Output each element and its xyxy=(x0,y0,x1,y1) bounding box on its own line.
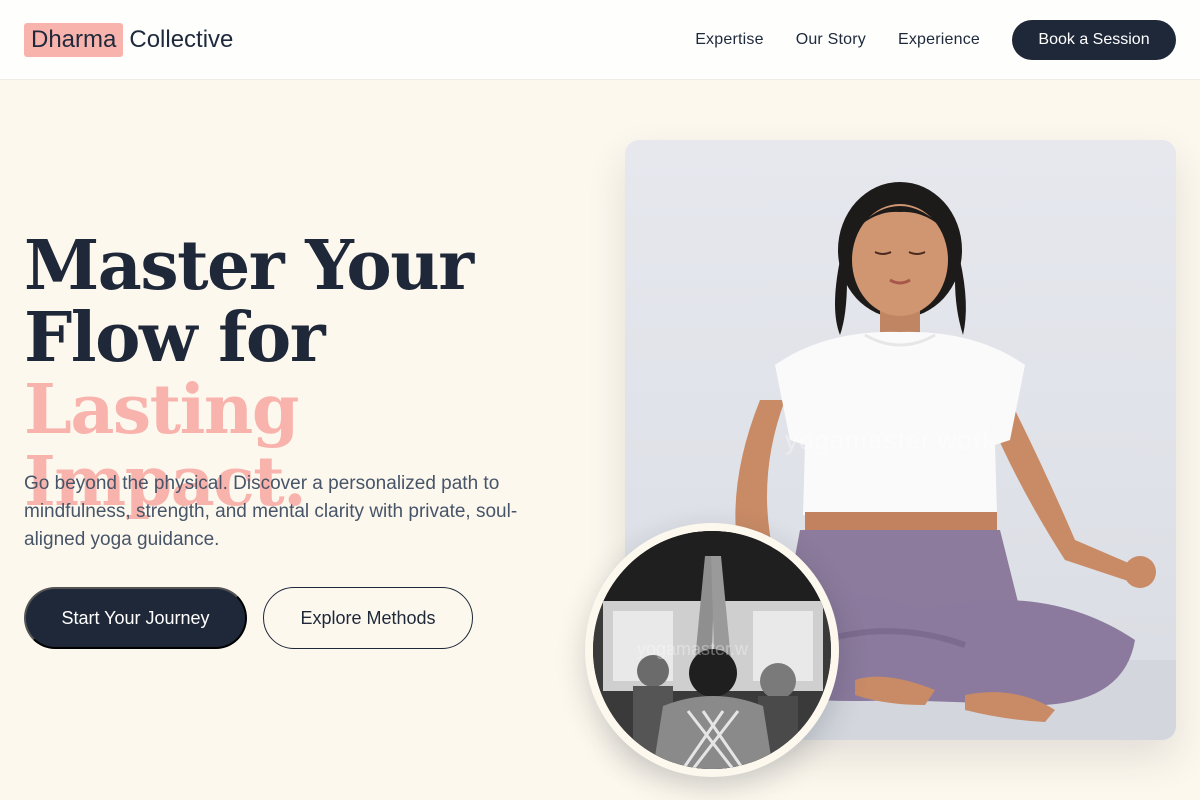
main-photo-watermark: yogamaster.work xyxy=(785,425,997,455)
brand-name-rest: Collective xyxy=(129,25,234,53)
explore-methods-button[interactable]: Explore Methods xyxy=(263,587,473,649)
hero-title-line-1: Master Your xyxy=(24,226,474,306)
brand-name-highlight: Dharma xyxy=(24,22,124,57)
book-session-button[interactable]: Book a Session xyxy=(1012,19,1176,60)
main-nav: Expertise Our Story Experience Book a Se… xyxy=(695,19,1176,60)
hero-title-accent-1: Lasting xyxy=(24,370,299,450)
inset-photo-group-class: yogamaster.w xyxy=(593,531,831,769)
inset-photo-watermark: yogamaster.w xyxy=(637,639,749,659)
brand-logo[interactable]: Dharma Collective xyxy=(24,22,234,57)
hero-title-line-2: Flow for xyxy=(24,298,326,378)
nav-link-experience[interactable]: Experience xyxy=(898,31,980,49)
inset-photo-frame: yogamaster.w xyxy=(585,523,839,777)
nav-link-our-story[interactable]: Our Story xyxy=(796,31,866,49)
start-journey-button[interactable]: Start Your Journey xyxy=(24,587,247,649)
nav-link-expertise[interactable]: Expertise xyxy=(695,31,764,49)
hero-subtitle: Go beyond the physical. Discover a perso… xyxy=(24,473,518,550)
site-header: Dharma Collective Expertise Our Story Ex… xyxy=(0,0,1200,80)
